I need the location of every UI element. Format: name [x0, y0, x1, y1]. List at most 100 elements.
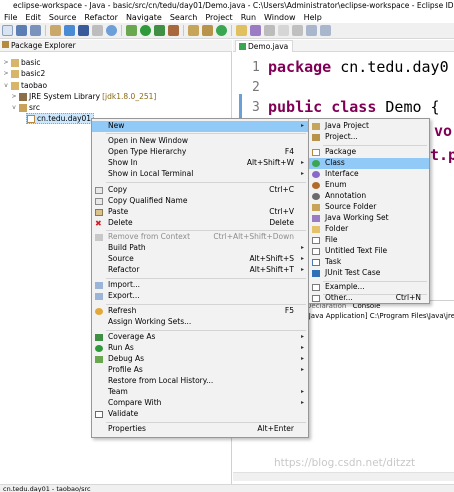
menu-separator	[106, 230, 306, 231]
menu-item-coverage-as[interactable]: Coverage As ▸	[92, 332, 308, 343]
menu-item-source[interactable]: Source Alt+Shift+S ▸	[92, 254, 308, 265]
collapse-icon[interactable]: v	[3, 80, 9, 91]
external-tools-icon[interactable]	[168, 25, 179, 36]
expand-icon[interactable]: >	[3, 68, 9, 79]
tree-item-jre[interactable]: > JRE System Library [jdk1.8.0_251]	[11, 91, 156, 102]
submenu-item-task[interactable]: Task	[309, 257, 429, 268]
horizontal-scrollbar[interactable]	[233, 472, 454, 481]
menu-item-copy[interactable]: Copy Ctrl+C	[92, 185, 308, 196]
submenu-item-source-folder[interactable]: Source Folder	[309, 202, 429, 213]
editor-tab-demo-java[interactable]: Demo.java	[235, 40, 294, 52]
submenu-item-folder[interactable]: Folder	[309, 224, 429, 235]
submenu-item-junit-test-case[interactable]: JUnit Test Case	[309, 268, 429, 279]
menu-refactor[interactable]: Refactor	[80, 13, 122, 22]
submenu-item-package[interactable]: Package	[309, 147, 429, 158]
pin-icon[interactable]	[278, 25, 289, 36]
expand-icon[interactable]: >	[11, 91, 17, 102]
paste-icon	[95, 209, 103, 216]
collapse-icon[interactable]: v	[11, 102, 17, 113]
menu-item-label: Interface	[325, 169, 359, 178]
menu-navigate[interactable]: Navigate	[122, 13, 166, 22]
tree-item-basic2[interactable]: > basic2	[3, 68, 45, 79]
menu-item-delete[interactable]: ✖ Delete Delete	[92, 218, 308, 229]
submenu-item-java-project[interactable]: Java Project	[309, 121, 429, 132]
menu-source[interactable]: Source	[45, 13, 80, 22]
menu-item-remove-from-context[interactable]: Remove from Context Ctrl+Alt+Shift+Down	[92, 232, 308, 243]
menu-item-refresh[interactable]: Refresh F5	[92, 306, 308, 317]
menu-item-debug-as[interactable]: Debug As ▸	[92, 354, 308, 365]
submenu-item-java-working-set[interactable]: Java Working Set	[309, 213, 429, 224]
folder-icon	[312, 226, 320, 233]
forward-icon[interactable]	[320, 25, 331, 36]
menu-item-show-in[interactable]: Show In Alt+Shift+W ▸	[92, 158, 308, 169]
submenu-item-enum[interactable]: Enum	[309, 180, 429, 191]
submenu-item-other[interactable]: Other... Ctrl+N	[309, 293, 429, 304]
menu-item-import[interactable]: Import...	[92, 280, 308, 291]
save-all-icon[interactable]	[30, 25, 41, 36]
menu-item-properties[interactable]: Properties Alt+Enter	[92, 424, 308, 435]
submenu-item-annotation[interactable]: Annotation	[309, 191, 429, 202]
gear-icon[interactable]	[106, 25, 117, 36]
submenu-item-project[interactable]: Project...	[309, 132, 429, 143]
menu-item-shortcut: Ctrl+Alt+Shift+Down	[213, 232, 294, 241]
menu-item-team[interactable]: Team ▸	[92, 387, 308, 398]
code-line-5-partial[interactable]: t.p	[430, 146, 454, 164]
code-line-1[interactable]: package cn.tedu.day0	[268, 58, 449, 76]
package-explorer-title[interactable]: Package Explorer	[11, 41, 76, 50]
menu-separator	[106, 304, 306, 305]
menu-item-refactor[interactable]: Refactor Alt+Shift+T ▸	[92, 265, 308, 276]
new-class-icon[interactable]	[216, 25, 227, 36]
open-type-icon[interactable]	[236, 25, 247, 36]
back-icon[interactable]	[306, 25, 317, 36]
menu-edit[interactable]: Edit	[21, 13, 45, 22]
save-icon[interactable]	[16, 25, 27, 36]
build-icon[interactable]	[50, 25, 61, 36]
menu-item-export[interactable]: Export...	[92, 291, 308, 302]
tree-item-package-selected[interactable]: cn.tedu.day01	[26, 113, 95, 124]
menu-item-open-new-window[interactable]: Open in New Window	[92, 136, 308, 147]
new-java-project-icon[interactable]	[188, 25, 199, 36]
menu-item-copy-qualified[interactable]: Copy Qualified Name	[92, 196, 308, 207]
menu-item-restore-history[interactable]: Restore from Local History...	[92, 376, 308, 387]
menu-search[interactable]: Search	[166, 13, 201, 22]
expand-icon[interactable]: >	[3, 57, 9, 68]
menu-item-compare-with[interactable]: Compare With ▸	[92, 398, 308, 409]
terminal-icon[interactable]	[64, 25, 75, 36]
submenu-item-class[interactable]: Class	[309, 158, 429, 169]
validate-checkbox-icon	[95, 411, 103, 418]
search-icon[interactable]	[250, 25, 261, 36]
menu-item-validate[interactable]: Validate	[92, 409, 308, 420]
skip-breakpoints-icon[interactable]	[78, 25, 89, 36]
debug-icon[interactable]	[126, 25, 137, 36]
submenu-item-example[interactable]: Example...	[309, 282, 429, 293]
menu-item-assign-working-sets[interactable]: Assign Working Sets...	[92, 317, 308, 328]
menu-window[interactable]: Window	[260, 13, 300, 22]
toggle-icon[interactable]	[92, 25, 103, 36]
tree-item-basic[interactable]: > basic	[3, 57, 40, 68]
tree-item-src[interactable]: v src	[11, 102, 40, 113]
menu-item-profile-as[interactable]: Profile As ▸	[92, 365, 308, 376]
submenu-item-untitled-text-file[interactable]: Untitled Text File	[309, 246, 429, 257]
next-annotation-icon[interactable]	[292, 25, 303, 36]
menu-item-label: Export...	[108, 291, 140, 300]
code-line-4-partial[interactable]: vo	[434, 122, 452, 140]
menu-run[interactable]: Run	[237, 13, 260, 22]
submenu-item-interface[interactable]: Interface	[309, 169, 429, 180]
run-icon[interactable]	[140, 25, 151, 36]
menu-item-paste[interactable]: Paste Ctrl+V	[92, 207, 308, 218]
menu-item-new[interactable]: New ▸	[92, 121, 308, 132]
code-line-3[interactable]: public class Demo {	[268, 98, 440, 116]
menu-project[interactable]: Project	[201, 13, 236, 22]
menu-item-open-type-hierarchy[interactable]: Open Type Hierarchy F4	[92, 147, 308, 158]
menu-item-build-path[interactable]: Build Path ▸	[92, 243, 308, 254]
menu-help[interactable]: Help	[300, 13, 326, 22]
menu-item-show-in-terminal[interactable]: Show in Local Terminal ▸	[92, 169, 308, 180]
submenu-item-file[interactable]: File	[309, 235, 429, 246]
tree-item-taobao[interactable]: v taobao	[3, 80, 47, 91]
annotation-icon[interactable]	[264, 25, 275, 36]
new-icon[interactable]	[2, 25, 13, 36]
menu-file[interactable]: File	[0, 13, 21, 22]
menu-item-run-as[interactable]: Run As ▸	[92, 343, 308, 354]
coverage-icon[interactable]	[154, 25, 165, 36]
new-package-icon[interactable]	[202, 25, 213, 36]
